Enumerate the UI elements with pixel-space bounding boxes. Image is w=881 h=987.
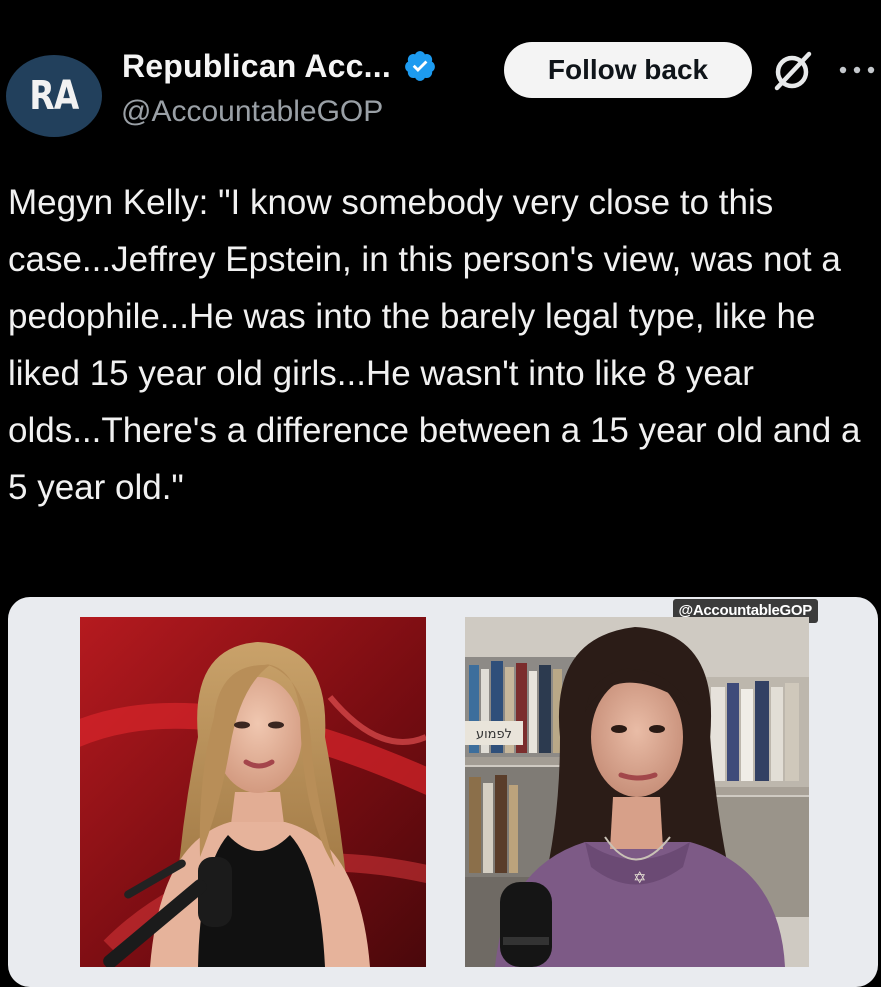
grok-icon[interactable] (770, 48, 816, 94)
tweet-text: Megyn Kelly: "I know somebody very close… (8, 183, 871, 507)
video-left-panel (80, 617, 426, 967)
tweet-media-video[interactable]: @AccountableGOP לפמוע ✡ (8, 597, 878, 987)
svg-text:✡: ✡ (633, 868, 646, 887)
account-handle[interactable]: @AccountableGOP (121, 95, 383, 129)
book-spine-label: לפמוע (476, 727, 512, 742)
video-right-panel: לפמוע ✡ (465, 617, 809, 967)
more-icon[interactable] (838, 62, 881, 78)
verified-badge-icon (405, 51, 435, 81)
avatar[interactable]: RA (6, 55, 102, 137)
account-name-row: Republican Acc... (122, 40, 437, 92)
account-name[interactable]: Republican Acc... (122, 48, 391, 85)
follow-back-button[interactable]: Follow back (504, 42, 752, 98)
avatar-initials: RA (29, 73, 79, 119)
